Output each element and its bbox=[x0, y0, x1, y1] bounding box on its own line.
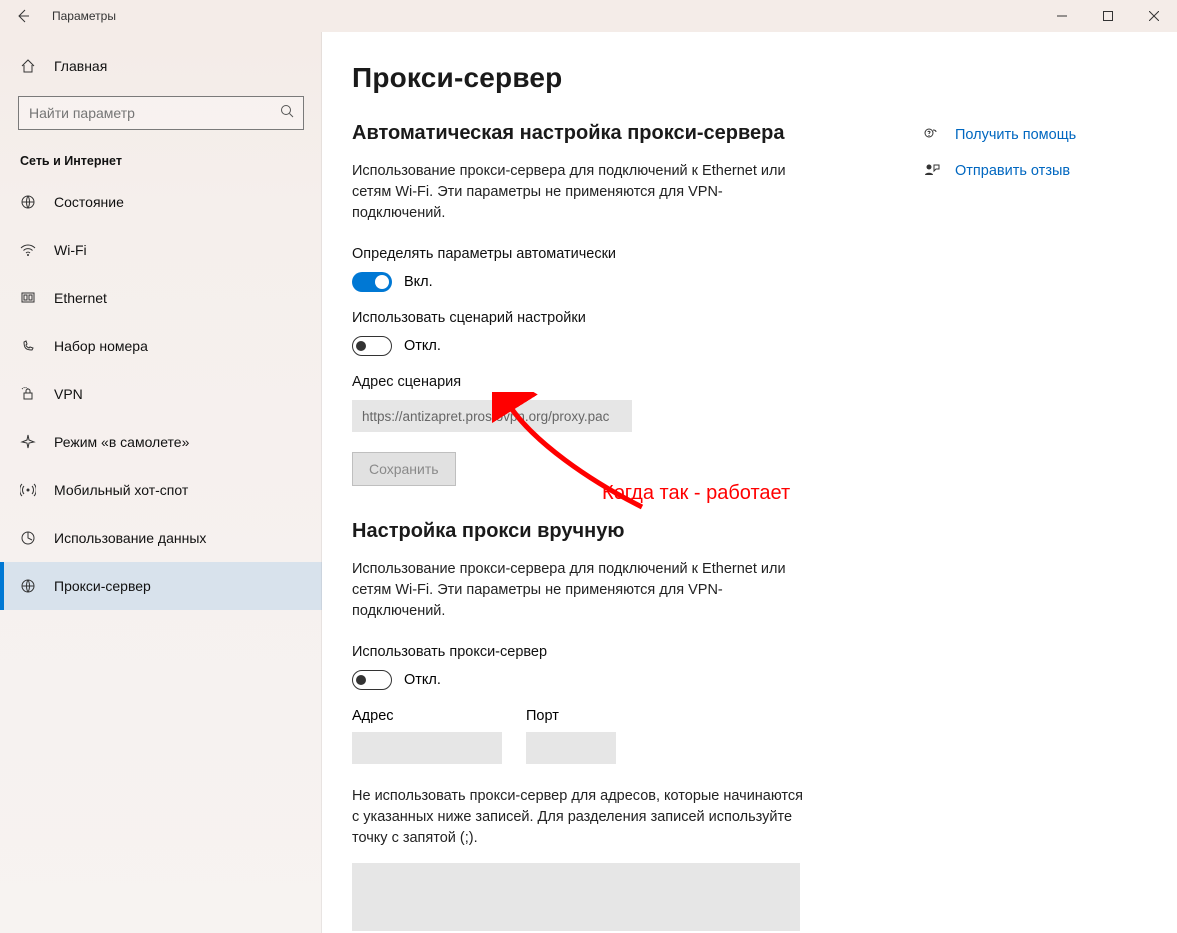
use-script-toggle[interactable] bbox=[352, 336, 392, 356]
minimize-icon bbox=[1057, 11, 1067, 21]
sidebar-item-label: Набор номера bbox=[54, 338, 148, 354]
aside-panel: Получить помощь Отправить отзыв bbox=[923, 126, 1153, 198]
auto-section-desc: Использование прокси-сервера для подключ… bbox=[352, 161, 812, 224]
auto-detect-label: Определять параметры автоматически bbox=[352, 246, 872, 262]
sidebar-item-label: Мобильный хот-спот bbox=[54, 482, 188, 498]
search-input[interactable] bbox=[29, 105, 279, 121]
port-input[interactable] bbox=[526, 732, 616, 764]
status-icon bbox=[20, 194, 36, 210]
window-title: Параметры bbox=[52, 9, 116, 23]
sidebar-item-ethernet[interactable]: Ethernet bbox=[0, 274, 322, 322]
close-icon bbox=[1149, 11, 1159, 21]
use-script-state: Откл. bbox=[404, 338, 441, 354]
save-button[interactable]: Сохранить bbox=[352, 452, 456, 486]
home-link[interactable]: Главная bbox=[0, 46, 322, 86]
sidebar-item-label: VPN bbox=[54, 386, 83, 402]
home-icon bbox=[20, 58, 36, 74]
get-help-label: Получить помощь bbox=[955, 127, 1076, 143]
sidebar-item-label: Режим «в самолете» bbox=[54, 434, 189, 450]
sidebar-item-vpn[interactable]: VPN bbox=[0, 370, 322, 418]
help-icon bbox=[923, 126, 941, 144]
use-script-label: Использовать сценарий настройки bbox=[352, 310, 872, 326]
feedback-icon bbox=[923, 162, 941, 180]
sidebar-item-datausage[interactable]: Использование данных bbox=[0, 514, 322, 562]
maximize-icon bbox=[1103, 11, 1113, 21]
manual-section-heading: Настройка прокси вручную bbox=[352, 520, 872, 543]
search-box[interactable] bbox=[18, 96, 304, 130]
auto-detect-state: Вкл. bbox=[404, 274, 433, 290]
address-label: Адрес bbox=[352, 708, 502, 724]
sidebar: Главная Сеть и Интернет Состояние Wi-Fi … bbox=[0, 32, 322, 933]
sidebar-item-label: Wi-Fi bbox=[54, 242, 87, 258]
arrow-left-icon bbox=[15, 8, 31, 24]
sidebar-item-hotspot[interactable]: Мобильный хот-спот bbox=[0, 466, 322, 514]
use-proxy-state: Откл. bbox=[404, 672, 441, 688]
feedback-label: Отправить отзыв bbox=[955, 163, 1070, 179]
get-help-link[interactable]: Получить помощь bbox=[923, 126, 1153, 144]
vpn-icon bbox=[20, 386, 36, 402]
sidebar-item-dialup[interactable]: Набор номера bbox=[0, 322, 322, 370]
page-title: Прокси-сервер bbox=[352, 62, 872, 94]
back-button[interactable] bbox=[0, 0, 46, 32]
use-proxy-label: Использовать прокси-сервер bbox=[352, 644, 872, 660]
data-usage-icon bbox=[20, 530, 36, 546]
category-header: Сеть и Интернет bbox=[0, 148, 322, 178]
script-address-label: Адрес сценария bbox=[352, 374, 872, 390]
exceptions-input[interactable] bbox=[352, 863, 800, 931]
script-address-input[interactable] bbox=[352, 400, 632, 432]
search-icon bbox=[279, 103, 295, 124]
hotspot-icon bbox=[20, 482, 36, 498]
manual-section-desc: Использование прокси-сервера для подключ… bbox=[352, 559, 812, 622]
sidebar-item-proxy[interactable]: Прокси-сервер bbox=[0, 562, 322, 610]
port-label: Порт bbox=[526, 708, 616, 724]
auto-detect-toggle[interactable] bbox=[352, 272, 392, 292]
ethernet-icon bbox=[20, 290, 36, 306]
sidebar-item-label: Прокси-сервер bbox=[54, 578, 151, 594]
dialup-icon bbox=[20, 338, 36, 354]
title-bar: Параметры bbox=[0, 0, 1177, 32]
minimize-button[interactable] bbox=[1039, 0, 1085, 32]
auto-section-heading: Автоматическая настройка прокси-сервера bbox=[352, 122, 872, 145]
sidebar-item-airplane[interactable]: Режим «в самолете» bbox=[0, 418, 322, 466]
sidebar-item-label: Ethernet bbox=[54, 290, 107, 306]
use-proxy-toggle[interactable] bbox=[352, 670, 392, 690]
feedback-link[interactable]: Отправить отзыв bbox=[923, 162, 1153, 180]
exceptions-desc: Не использовать прокси-сервер для адресо… bbox=[352, 786, 812, 849]
address-input[interactable] bbox=[352, 732, 502, 764]
sidebar-item-wifi[interactable]: Wi-Fi bbox=[0, 226, 322, 274]
home-label: Главная bbox=[54, 58, 107, 74]
content-area: Прокси-сервер Автоматическая настройка п… bbox=[322, 32, 1177, 933]
sidebar-item-label: Использование данных bbox=[54, 530, 206, 546]
airplane-icon bbox=[20, 434, 36, 450]
sidebar-item-label: Состояние bbox=[54, 194, 124, 210]
maximize-button[interactable] bbox=[1085, 0, 1131, 32]
sidebar-item-status[interactable]: Состояние bbox=[0, 178, 322, 226]
close-button[interactable] bbox=[1131, 0, 1177, 32]
proxy-icon bbox=[20, 578, 36, 594]
wifi-icon bbox=[20, 242, 36, 258]
